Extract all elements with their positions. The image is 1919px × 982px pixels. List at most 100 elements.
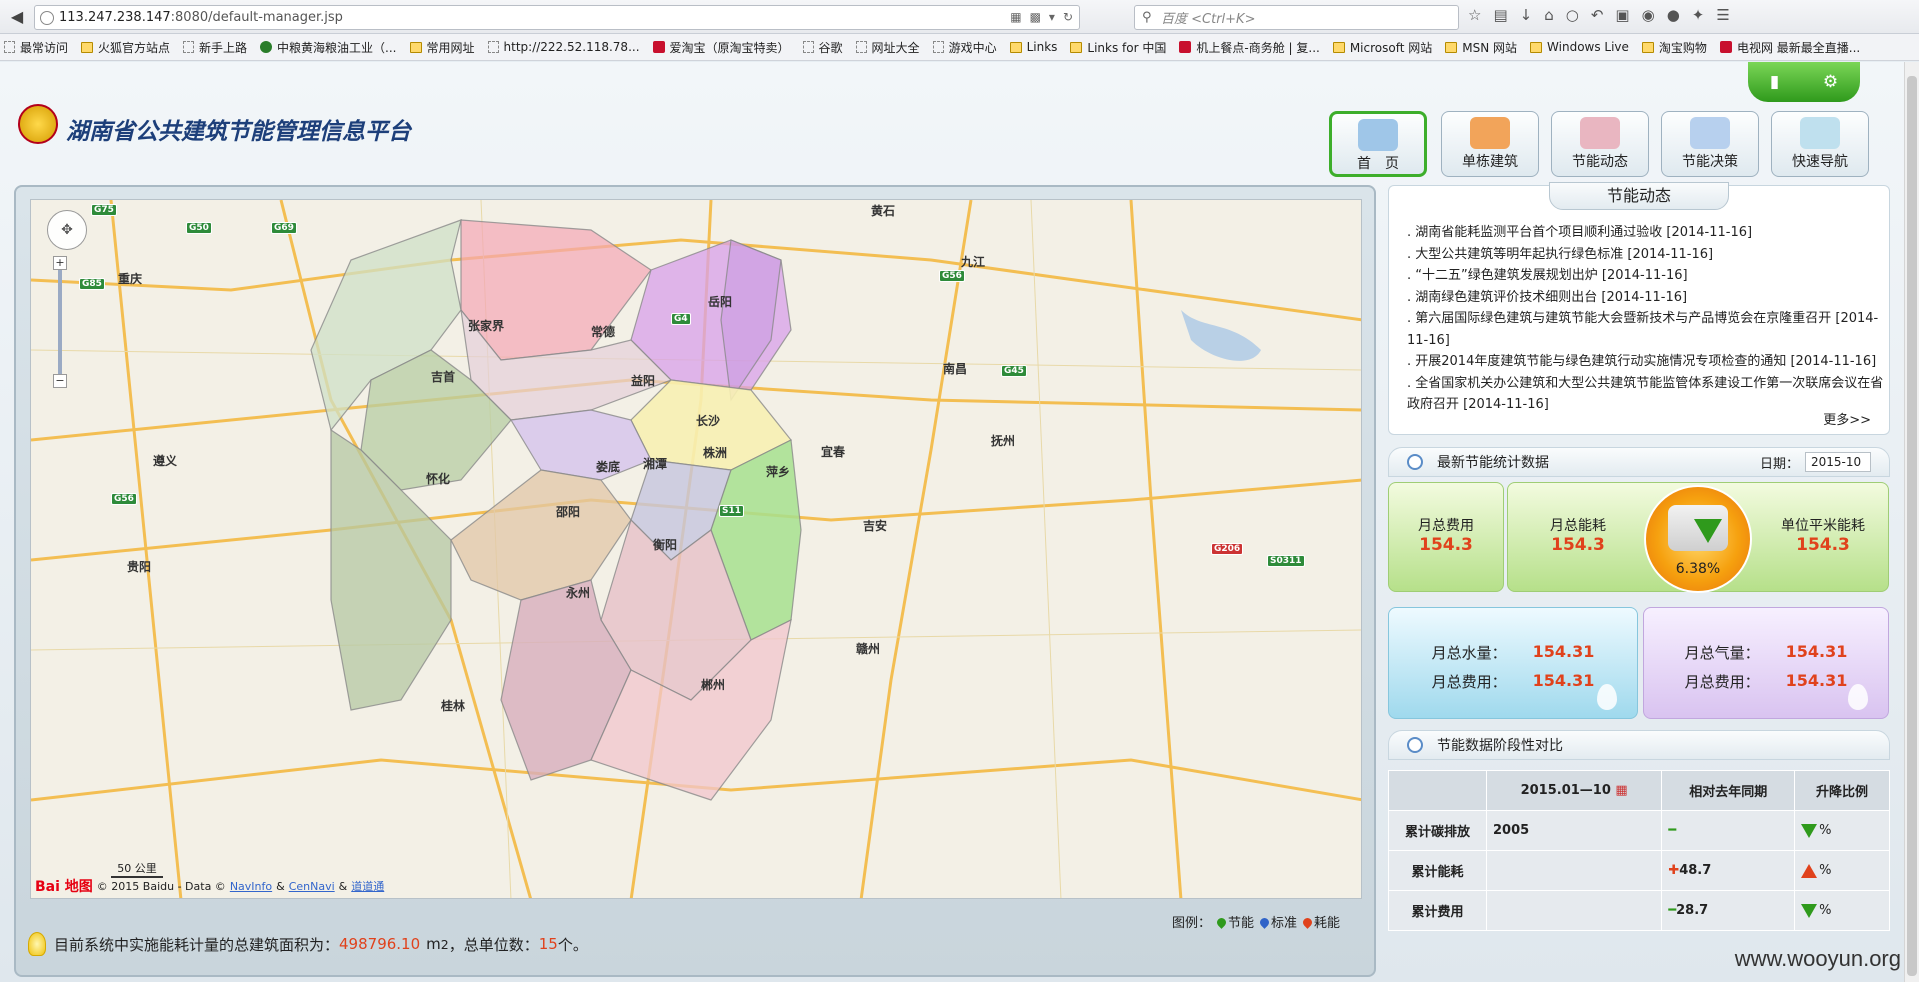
page-scrollbar[interactable] xyxy=(1904,62,1919,982)
city-label[interactable]: 赣州 xyxy=(856,640,880,657)
map-zoom-slider[interactable]: + − xyxy=(53,256,67,388)
map-view[interactable]: 常德 岳阳益阳长沙株洲湘潭 娄底邵阳衡阳永州郴州 怀化 张家界吉首 重庆贵阳 遵义 南昌 九江萍… xyxy=(30,199,1362,899)
address-bar[interactable]: 113.247.238.147:8080/default-manager.jsp… xyxy=(34,5,1080,30)
menu-icon[interactable]: ☰ xyxy=(1716,6,1729,24)
message-icon[interactable]: ◉ xyxy=(1642,6,1655,24)
city-label[interactable]: 九江 xyxy=(961,253,985,270)
bookmark-item[interactable]: 淘宝购物 xyxy=(1638,39,1707,56)
bookmark-item[interactable]: 新手上路 xyxy=(179,39,247,56)
bookmark-item[interactable]: 游戏中心 xyxy=(929,39,997,56)
nav-button-1[interactable]: 单栋建筑 xyxy=(1441,111,1539,177)
city-label[interactable]: 岳阳 xyxy=(708,293,732,310)
city-label[interactable]: 南昌 xyxy=(943,360,967,377)
bookmark-item[interactable]: 爱淘宝（原淘宝特卖） xyxy=(649,39,790,56)
bookmark-item[interactable]: 常用网址 xyxy=(406,39,475,56)
map-pan-control[interactable]: ✥ xyxy=(47,210,87,250)
chat-icon[interactable]: ○ xyxy=(1566,6,1579,24)
bookmark-item[interactable]: Microsoft 网站 xyxy=(1329,39,1432,56)
city-label[interactable]: 益阳 xyxy=(631,372,655,389)
provider-link[interactable]: CenNavi xyxy=(289,880,335,893)
pin-icon xyxy=(1215,916,1228,929)
zoom-track[interactable] xyxy=(58,270,62,374)
bookmark-item[interactable]: 网址大全 xyxy=(852,39,920,56)
extension-icon[interactable]: ✦ xyxy=(1692,6,1705,24)
bookmark-item[interactable]: 火狐官方站点 xyxy=(77,39,170,56)
undo-icon[interactable]: ↶ xyxy=(1591,6,1604,24)
comparison-table: 2015.01—10 ▦ 相对去年同期 升降比例 累计碳排放 2005 ━% 累计能耗… xyxy=(1388,770,1890,931)
city-label[interactable]: 郴州 xyxy=(701,676,725,693)
nav-button-3[interactable]: 节能决策 xyxy=(1661,111,1759,177)
city-label[interactable]: 株洲 xyxy=(703,444,727,461)
news-item[interactable]: 大型公共建筑等明年起执行绿色标准 [2014-11-16] xyxy=(1407,244,1885,266)
bookmark-item[interactable]: 电视网 最新最全直播... xyxy=(1716,39,1860,56)
bookmark-item[interactable]: Links for 中国 xyxy=(1066,39,1166,56)
star-icon[interactable]: ☆ xyxy=(1468,6,1481,24)
bookmark-item[interactable]: 最常访问 xyxy=(0,39,68,56)
search-placeholder: 百度 <Ctrl+K> xyxy=(1161,12,1256,27)
zoom-in-button[interactable]: + xyxy=(53,256,67,270)
back-button[interactable]: ◀ xyxy=(3,3,31,31)
qr-icon[interactable]: ▩ xyxy=(1030,10,1041,24)
more-link[interactable]: 更多>> xyxy=(1823,409,1871,428)
city-label[interactable]: 吉首 xyxy=(431,368,455,385)
city-label[interactable]: 邵阳 xyxy=(556,503,580,520)
bookmark-item[interactable]: MSN 网站 xyxy=(1441,39,1517,56)
download-icon[interactable]: ↓ xyxy=(1520,6,1533,24)
bookmark-item[interactable]: Windows Live xyxy=(1526,40,1629,54)
city-label[interactable]: 吉安 xyxy=(863,517,887,534)
city-label[interactable]: 长沙 xyxy=(696,412,720,429)
crop-icon[interactable]: ▣ xyxy=(1615,6,1629,24)
city-label[interactable]: 抚州 xyxy=(991,432,1015,449)
city-label[interactable]: 宜春 xyxy=(821,443,845,460)
addon-icon[interactable]: ● xyxy=(1667,6,1680,24)
city-label[interactable]: 重庆 xyxy=(118,270,142,287)
city-label[interactable]: 贵阳 xyxy=(127,558,151,575)
date-label: 日期： xyxy=(1759,456,1799,472)
news-item[interactable]: 全省国家机关办公建筑和大型公共建筑节能监管体系建设工作第一次联席会议在省政府召开… xyxy=(1407,373,1885,416)
comparison-title: 节能数据阶段性对比 xyxy=(1437,738,1563,754)
bookmark-icon xyxy=(260,41,273,53)
news-item[interactable]: 第六届国际绿色建筑与建筑节能大会暨新技术与产品博览会在京隆重召开 [2014-1… xyxy=(1407,308,1885,351)
news-item[interactable]: 湖南省能耗监测平台首个项目顺利通过验收 [2014-11-16] xyxy=(1407,222,1885,244)
reading-list-icon[interactable]: ▤ xyxy=(1493,6,1507,24)
lock-icon[interactable]: ▮ xyxy=(1770,72,1779,92)
reload-icon[interactable]: ↻ xyxy=(1063,10,1073,24)
city-label[interactable]: 桂林 xyxy=(441,697,465,714)
search-input[interactable]: ⚲ 百度 <Ctrl+K> xyxy=(1134,5,1459,30)
home-browser-icon[interactable]: ⌂ xyxy=(1544,6,1554,24)
dropdown-icon[interactable]: ▾ xyxy=(1049,10,1055,24)
news-item[interactable]: “十二五”绿色建筑发展规划出炉 [2014-11-16] xyxy=(1407,265,1885,287)
provider-link[interactable]: 道道通 xyxy=(351,878,384,894)
city-label[interactable]: 娄底 xyxy=(596,458,620,475)
city-label[interactable]: 永州 xyxy=(566,584,590,601)
city-label[interactable]: 萍乡 xyxy=(766,463,790,480)
provider-link[interactable]: NavInfo xyxy=(230,880,272,893)
site-title: 湖南省公共建筑节能管理信息平台 xyxy=(66,119,411,145)
news-item[interactable]: 湖南绿色建筑评价技术细则出台 [2014-11-16] xyxy=(1407,287,1885,309)
nav-button-4[interactable]: 快速导航 xyxy=(1771,111,1869,177)
shield-icon[interactable]: ▦ xyxy=(1010,10,1021,24)
bookmark-item[interactable]: 中粮黄海粮油工业（... xyxy=(256,39,397,56)
bookmark-item[interactable]: 机上餐点-商务舱 | 复... xyxy=(1175,39,1320,56)
city-label[interactable]: 黄石 xyxy=(871,202,895,219)
city-label[interactable]: 张家界 xyxy=(468,317,504,334)
city-label[interactable]: 湘潭 xyxy=(643,455,667,472)
city-label[interactable]: 常德 xyxy=(591,323,615,340)
nav-button-2[interactable]: 节能动态 xyxy=(1551,111,1649,177)
bookmark-item[interactable]: Links xyxy=(1006,40,1057,54)
city-label[interactable]: 遵义 xyxy=(153,452,177,469)
zoom-out-button[interactable]: − xyxy=(53,374,67,388)
nav-button-0[interactable]: 首 页 xyxy=(1329,111,1427,177)
city-label[interactable]: 衡阳 xyxy=(653,536,677,553)
news-item[interactable]: 开展2014年度建筑节能与绿色建筑行动实施情况专项检查的通知 [2014-11-… xyxy=(1407,351,1885,373)
scrollbar-thumb[interactable] xyxy=(1907,76,1917,976)
calendar-icon[interactable]: ▦ xyxy=(1615,783,1627,798)
bookmark-item[interactable]: http://222.52.118.78... xyxy=(484,40,640,54)
date-input[interactable]: 2015-10 xyxy=(1805,452,1871,472)
map-canvas[interactable] xyxy=(31,200,1362,899)
city-label[interactable]: 怀化 xyxy=(426,470,450,487)
bookmark-item[interactable]: 谷歌 xyxy=(799,39,843,56)
bookmark-icon xyxy=(409,41,422,53)
lightbulb-icon xyxy=(28,932,46,956)
gear-icon[interactable]: ⚙ xyxy=(1823,72,1838,92)
